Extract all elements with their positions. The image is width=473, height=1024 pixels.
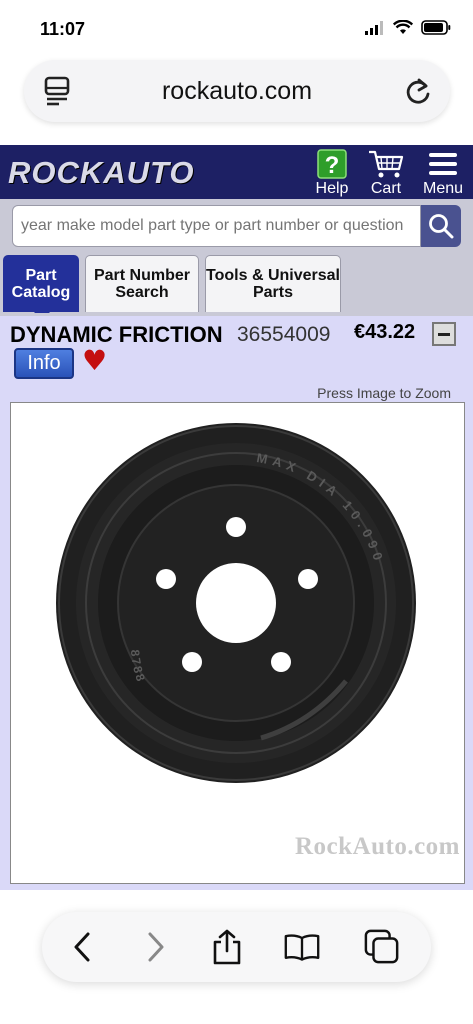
search-input[interactable] [12, 205, 421, 247]
menu-label: Menu [422, 180, 464, 197]
svg-text:?: ? [325, 152, 340, 179]
cart-icon [369, 150, 404, 178]
minus-icon [438, 332, 450, 336]
search-button[interactable] [421, 205, 461, 247]
hamburger-icon [429, 153, 457, 175]
search-row [0, 199, 473, 253]
address-bar[interactable]: rockauto.com [24, 60, 450, 122]
cart-button[interactable]: Cart [366, 149, 406, 198]
back-icon [74, 932, 90, 962]
tabs-icon [364, 929, 399, 964]
menu-button[interactable]: Menu [420, 149, 466, 198]
status-time: 11:07 [40, 19, 86, 39]
tabs-button[interactable] [364, 929, 400, 965]
catalog-tabs: Part Catalog Part Number Search Tools & … [0, 253, 473, 320]
info-button[interactable]: Info [14, 348, 74, 379]
help-icon: ? [317, 149, 347, 179]
bookmarks-icon [284, 934, 320, 961]
watermark: RockAuto.com [294, 833, 460, 860]
forward-button[interactable] [138, 929, 174, 965]
zoom-hint: Press Image to Zoom [317, 385, 451, 401]
status-icons [365, 20, 451, 35]
product-price: €43.22 [354, 321, 416, 343]
site-header: ROCKAUTO ? Help Cart Menu [0, 145, 473, 199]
browser-toolbar [42, 912, 431, 982]
status-bar: 11:07 [0, 0, 473, 56]
help-button[interactable]: ? Help [312, 149, 352, 198]
web-page: ROCKAUTO ? Help Cart Menu year make mode… [0, 145, 473, 890]
product-brand: DYNAMIC FRICTION [10, 322, 223, 347]
help-label: Help [315, 180, 349, 197]
cart-label: Cart [370, 180, 402, 197]
url-text[interactable]: rockauto.com [24, 77, 450, 106]
tab-part-catalog[interactable]: Part Catalog [3, 255, 79, 320]
bookmarks-button[interactable] [284, 929, 320, 965]
product-part-number[interactable]: 36554009 [237, 323, 330, 347]
signal-icon [365, 20, 383, 35]
reload-icon[interactable] [404, 76, 432, 106]
forward-icon [148, 932, 164, 962]
tab-tools-universal-parts[interactable]: Tools & Universal Parts [205, 255, 341, 312]
tab-part-number-search[interactable]: Part Number Search [85, 255, 199, 312]
search-icon [429, 214, 454, 239]
product-listing: DYNAMIC FRICTION 36554009 €43.22 Info ♥ … [0, 313, 473, 890]
product-image[interactable]: MAX DIA 10.090 8788 RockAuto.com [10, 402, 465, 884]
share-icon [213, 929, 241, 965]
back-button[interactable] [64, 929, 100, 965]
collapse-button[interactable] [432, 322, 456, 346]
heart-icon[interactable]: ♥ [82, 344, 107, 377]
brake-drum-image: MAX DIA 10.090 8788 [56, 423, 416, 783]
share-button[interactable] [209, 929, 245, 965]
battery-icon [421, 20, 451, 35]
rockauto-logo[interactable]: ROCKAUTO [8, 155, 195, 191]
wifi-icon [393, 20, 413, 34]
